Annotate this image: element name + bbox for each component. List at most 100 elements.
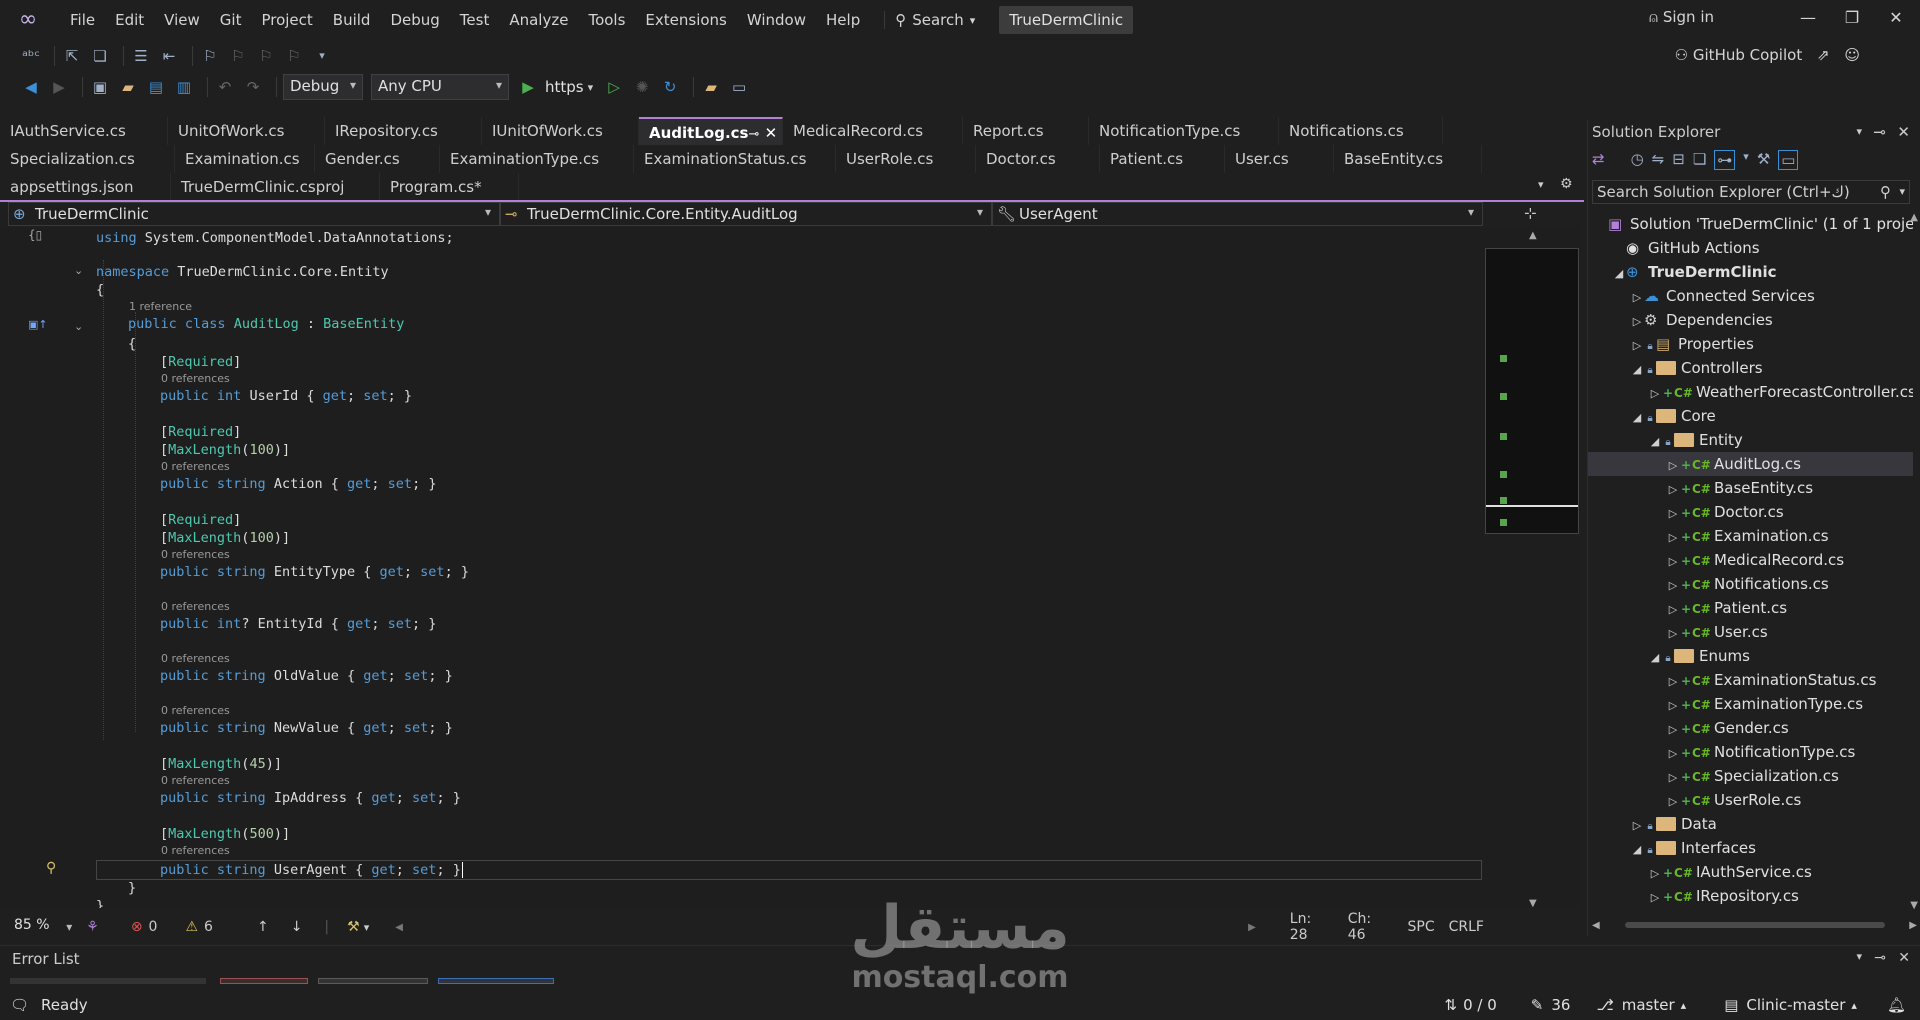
split-editor-icon[interactable]: ⊹ [1524, 204, 1537, 222]
tab-notifications[interactable]: Notifications.cs [1279, 117, 1443, 145]
messages-filter-button[interactable] [438, 978, 554, 984]
codelens-references[interactable]: 0 references [161, 548, 230, 562]
feedback-icon[interactable]: ☺ [1844, 46, 1860, 64]
tab-iunitofwork[interactable]: IUnitOfWork.cs [482, 117, 639, 145]
override-glyph-icon[interactable]: ▣↑ [28, 318, 48, 331]
line-number[interactable]: Ln: 28 [1290, 911, 1332, 943]
collapsed-arrow-icon[interactable]: ▷ [1648, 382, 1662, 404]
collapsed-arrow-icon[interactable]: ▷ [1630, 286, 1644, 308]
sign-in-button[interactable]: ⍝ Sign in [1649, 8, 1714, 26]
collapse-all-icon[interactable]: ⊟ [1672, 150, 1685, 170]
collapsed-arrow-icon[interactable]: ▷ [1648, 886, 1662, 908]
solution-tree-item[interactable]: ◢ 🔒︎ Interfaces [1588, 836, 1913, 860]
solution-tree-item[interactable]: ▷ +C# Doctor.cs [1588, 500, 1913, 524]
collapsed-arrow-icon[interactable]: ▷ [1666, 478, 1680, 500]
tab-medicalrecord[interactable]: MedicalRecord.cs [783, 117, 963, 145]
collapsed-arrow-icon[interactable]: ▷ [1666, 598, 1680, 620]
warnings-filter-button[interactable] [318, 978, 428, 984]
chevron-down-icon[interactable]: ▾ [588, 81, 594, 94]
close-tab-icon[interactable]: ✕ [765, 124, 778, 142]
tab-auditlog[interactable]: AuditLog.cs ⊸ ✕ [639, 117, 783, 145]
codelens-references[interactable]: 0 references [161, 372, 230, 386]
tab-user[interactable]: User.cs [1225, 145, 1334, 173]
collapsed-arrow-icon[interactable]: ▷ [1666, 766, 1680, 788]
copy-layout-icon[interactable]: ❏ [89, 45, 111, 67]
solution-folder-icon[interactable]: ▰ [700, 76, 722, 98]
solution-tree-item[interactable]: ▷ +C# User.cs [1588, 620, 1913, 644]
chevron-up-icon[interactable]: ▴ [1851, 999, 1857, 1012]
spellcheck-icon[interactable]: ᵃᵇᶜ [20, 45, 42, 67]
collapsed-arrow-icon[interactable]: ▷ [1666, 622, 1680, 644]
menu-debug[interactable]: Debug [380, 0, 449, 40]
save-all-icon[interactable]: ▥ [173, 76, 195, 98]
bookmark-clear-icon[interactable]: ⚐ [283, 45, 305, 67]
code-cleanup-broom-icon[interactable]: ⚒ [347, 919, 360, 935]
branch-icon[interactable]: ⎇ [1596, 996, 1613, 1014]
solution-search-input[interactable]: Search Solution Explorer (Ctrl+ك) ⚲ ▾ [1592, 180, 1910, 204]
tab-notificationtype[interactable]: NotificationType.cs [1089, 117, 1279, 145]
git-sync-count[interactable]: 0 / 0 [1463, 996, 1497, 1014]
editor-minimap-scrollbar[interactable]: ▲ ▼ [1485, 226, 1579, 909]
hscroll-left-icon[interactable]: ◀ [1592, 920, 1600, 931]
github-copilot-button[interactable]: ⚇ GitHub Copilot ⇗ ☺ [1675, 46, 1860, 64]
back-navigation-icon[interactable]: ◀ [20, 76, 42, 98]
show-all-files-icon[interactable]: ❏ [1693, 150, 1706, 170]
minimap-viewport[interactable] [1485, 248, 1579, 534]
start-debugging-icon[interactable]: ▶ [517, 76, 539, 98]
hscroll-left-icon[interactable]: ◀ [395, 922, 403, 933]
solution-tree-item[interactable]: ▷ +C# IAuthService.cs [1588, 860, 1913, 884]
tab-examination[interactable]: Examination.cs [175, 145, 315, 173]
solution-hscrollbar[interactable]: ◀ ▶ [1588, 918, 1920, 932]
line-endings[interactable]: CRLF [1449, 919, 1484, 935]
preview-selected-icon[interactable]: ▭ [1778, 150, 1799, 170]
hscroll-right-icon[interactable]: ▶ [1248, 922, 1256, 933]
tab-report[interactable]: Report.cs [963, 117, 1089, 145]
search-button[interactable]: ⚲ Search ▾ [884, 11, 985, 29]
bookmark-prev-icon[interactable]: ⚐ [227, 45, 249, 67]
select-pointer-icon[interactable]: ⇱ [61, 45, 83, 67]
platform-select[interactable]: Any CPU [371, 74, 509, 100]
solution-tree-item[interactable]: ◢ 🔒︎ Controllers [1588, 356, 1913, 380]
configuration-select[interactable]: Debug [283, 74, 363, 100]
repository-name[interactable]: Clinic-master [1746, 996, 1845, 1014]
type-navigation-select[interactable]: ⊸ TrueDermClinic.Core.Entity.AuditLog [500, 202, 992, 226]
menu-edit[interactable]: Edit [105, 0, 154, 40]
solution-tree-item[interactable]: ▷ +C# ExaminationType.cs [1588, 692, 1913, 716]
chevron-down-icon[interactable]: ▾ [364, 921, 370, 934]
properties-wrench-icon[interactable]: ⚒ [1757, 150, 1770, 170]
solution-tree-item[interactable]: ▷ +C# WeatherForecastController.cs [1588, 380, 1913, 404]
solution-tree-item[interactable]: ◉ GitHub Actions [1588, 236, 1913, 260]
restart-icon[interactable]: ↻ [659, 76, 681, 98]
tab-irepository[interactable]: IRepository.cs [325, 117, 482, 145]
collapsed-arrow-icon[interactable]: ▷ [1666, 550, 1680, 572]
codelens-references[interactable]: 0 references [161, 600, 230, 614]
menu-git[interactable]: Git [210, 0, 252, 40]
hscroll-right-icon[interactable]: ▶ [1909, 920, 1917, 931]
menu-tools[interactable]: Tools [578, 0, 635, 40]
solution-tree-item[interactable]: ▷ +C# Notifications.cs [1588, 572, 1913, 596]
solution-tree-item[interactable]: ▷ +C# AuditLog.cs [1588, 452, 1913, 476]
errors-filter-button[interactable] [220, 978, 308, 984]
notification-bell-icon[interactable]: 🔔︎ [1887, 996, 1906, 1014]
pending-changes-clock-icon[interactable]: ◷ [1631, 150, 1644, 170]
horizontal-scrollbar[interactable] [403, 923, 1248, 931]
hot-reload-fire-icon[interactable]: ✺ [631, 76, 653, 98]
pending-changes-count[interactable]: 36 [1551, 996, 1570, 1014]
restore-button[interactable]: ❐ [1832, 8, 1872, 27]
expanded-arrow-icon[interactable]: ◢ [1630, 358, 1644, 380]
collapsed-arrow-icon[interactable]: ▷ [1666, 790, 1680, 812]
redo-icon[interactable]: ↷ [242, 76, 264, 98]
tab-specialization[interactable]: Specialization.cs [0, 145, 175, 173]
collapsed-arrow-icon[interactable]: ▷ [1630, 310, 1644, 332]
tab-appsettings[interactable]: appsettings.json [0, 173, 171, 201]
expanded-arrow-icon[interactable]: ◢ [1630, 838, 1644, 860]
tab-patient[interactable]: Patient.cs [1100, 145, 1225, 173]
warning-icon[interactable]: ⚠ [185, 919, 198, 935]
open-folder-icon[interactable]: ▰ [117, 76, 139, 98]
codelens-references[interactable]: 0 references [161, 844, 230, 858]
close-panel-icon[interactable]: ✕ [1897, 120, 1910, 144]
vs-switch-views-icon[interactable]: ⇄ [1592, 150, 1605, 170]
collapsed-arrow-icon[interactable]: ▷ [1666, 670, 1680, 692]
codelens-references[interactable]: 0 references [161, 774, 230, 788]
menu-view[interactable]: View [154, 0, 210, 40]
